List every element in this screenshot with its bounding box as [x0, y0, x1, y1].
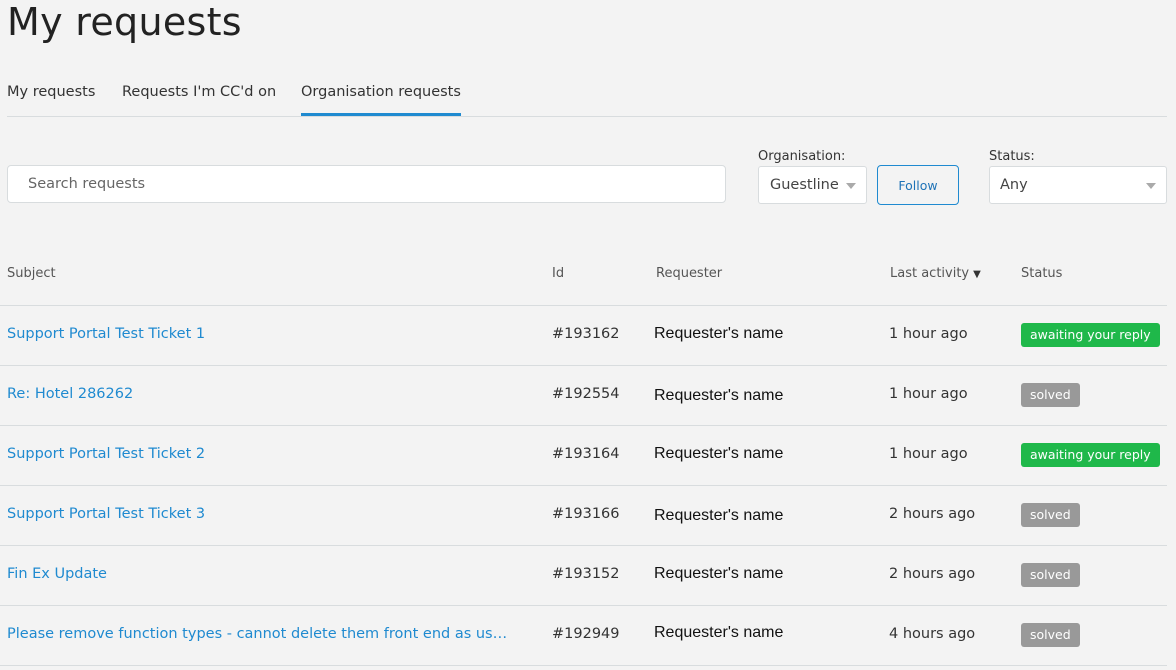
search-input[interactable]	[7, 165, 726, 203]
status-value: Any	[1000, 177, 1028, 193]
status-badge: solved	[1021, 383, 1080, 407]
table-header: Subject Id Requester Last activity ▼ Stat…	[0, 255, 1167, 306]
header-last-activity-label: Last activity	[890, 266, 970, 281]
request-subject-link[interactable]: Support Portal Test Ticket 1	[7, 326, 205, 342]
last-activity: 1 hour ago	[889, 326, 968, 342]
requester-name: Requester's name	[654, 325, 784, 342]
status-badge: awaiting your reply	[1021, 443, 1160, 467]
header-subject[interactable]: Subject	[7, 266, 56, 281]
sort-desc-icon: ▼	[973, 269, 981, 280]
request-subject-link[interactable]: Re: Hotel 286262	[7, 386, 133, 402]
table-row: Support Portal Test Ticket 2 #193164 Req…	[0, 426, 1167, 486]
page-title: My requests	[7, 0, 242, 44]
chevron-down-icon	[846, 183, 856, 189]
last-activity: 2 hours ago	[889, 506, 976, 522]
status-badge: solved	[1021, 563, 1080, 587]
table-row: Support Portal Test Ticket 1 #193162 Req…	[0, 306, 1167, 366]
status-badge: awaiting your reply	[1021, 323, 1160, 347]
last-activity: 4 hours ago	[889, 626, 976, 642]
table-row: Fin Ex Update #193152 Requester's name 2…	[0, 546, 1167, 606]
status-badge: solved	[1021, 623, 1080, 647]
requester-name: Requester's name	[654, 624, 784, 641]
last-activity: 2 hours ago	[889, 566, 976, 582]
request-id: #193152	[552, 566, 620, 582]
status-badge: solved	[1021, 503, 1080, 527]
request-id: #192554	[552, 386, 620, 402]
tab-organisation-requests[interactable]: Organisation requests	[301, 76, 461, 116]
request-subject-link[interactable]: Please remove function types - cannot de…	[7, 626, 512, 642]
organisation-select[interactable]: Guestline	[758, 166, 867, 204]
requester-name: Requester's name	[654, 387, 784, 404]
requests-page: My requests My requests Requests I'm CC'…	[0, 0, 1176, 670]
organisation-label: Organisation:	[758, 149, 846, 164]
chevron-down-icon	[1146, 183, 1156, 189]
request-subject-link[interactable]: Support Portal Test Ticket 3	[7, 506, 205, 522]
header-requester[interactable]: Requester	[656, 266, 722, 281]
status-label: Status:	[989, 149, 1035, 164]
request-subject-link[interactable]: Support Portal Test Ticket 2	[7, 446, 205, 462]
tab-cc-requests[interactable]: Requests I'm CC'd on	[122, 76, 276, 116]
request-subject-link[interactable]: Fin Ex Update	[7, 566, 107, 582]
table-row: Please remove function types - cannot de…	[0, 606, 1167, 666]
follow-button[interactable]: Follow	[877, 165, 959, 205]
requester-name: Requester's name	[654, 445, 784, 462]
table-row: Support Portal Test Ticket 3 #193166 Req…	[0, 486, 1167, 546]
tab-bar: My requests Requests I'm CC'd on Organis…	[7, 76, 1167, 117]
request-id: #192949	[552, 626, 620, 642]
request-id: #193162	[552, 326, 620, 342]
request-id: #193166	[552, 506, 620, 522]
header-status[interactable]: Status	[1021, 266, 1062, 281]
last-activity: 1 hour ago	[889, 446, 968, 462]
table-row: Re: Hotel 286262 #192554 Requester's nam…	[0, 366, 1167, 426]
status-select[interactable]: Any	[989, 166, 1167, 204]
tab-my-requests[interactable]: My requests	[7, 76, 95, 116]
requester-name: Requester's name	[654, 507, 784, 524]
requester-name: Requester's name	[654, 565, 784, 582]
request-id: #193164	[552, 446, 620, 462]
last-activity: 1 hour ago	[889, 386, 968, 402]
header-id[interactable]: Id	[552, 266, 564, 281]
header-last-activity[interactable]: Last activity ▼	[890, 266, 981, 281]
organisation-value: Guestline	[770, 177, 839, 193]
